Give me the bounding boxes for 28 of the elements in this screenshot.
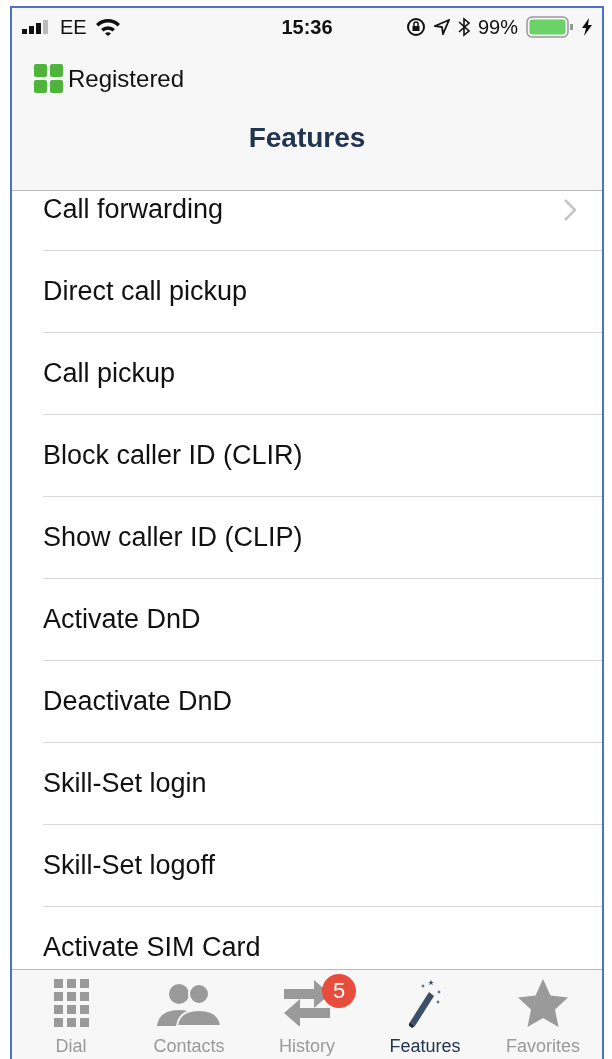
- feature-list-item[interactable]: Call pickup: [43, 333, 602, 415]
- bluetooth-icon: [457, 17, 470, 37]
- feature-list-item[interactable]: Show caller ID (CLIP): [43, 497, 602, 579]
- tab-bar-item[interactable]: Features: [366, 970, 484, 1059]
- battery-icon: [526, 16, 574, 38]
- feature-list-item[interactable]: Deactivate DnD: [43, 661, 602, 743]
- feature-list-item[interactable]: Block caller ID (CLIR): [43, 415, 602, 497]
- feature-list-item[interactable]: Skill-Set logoff: [43, 825, 602, 907]
- wifi-icon: [94, 18, 121, 36]
- feature-list-item[interactable]: Activate DnD: [43, 579, 602, 661]
- rotation-lock-icon: [405, 17, 426, 37]
- feature-list-item[interactable]: Direct call pickup: [43, 251, 602, 333]
- tab-bar-item[interactable]: 5 History: [248, 970, 366, 1059]
- screen-title: Features: [247, 121, 367, 155]
- star-icon: [518, 979, 568, 1027]
- registration-status: Registered: [68, 65, 185, 93]
- location-icon: [433, 19, 450, 35]
- notification-badge: 5: [322, 974, 356, 1008]
- clock-time: 15:36: [281, 15, 333, 39]
- swap-arrows-icon: [284, 980, 330, 1026]
- carrier-name: EE: [60, 15, 87, 39]
- battery-percentage: 99%: [477, 15, 518, 39]
- charging-icon: [582, 18, 592, 36]
- registered-status-icon: [34, 64, 64, 94]
- feature-list-item[interactable]: Call forwarding: [43, 191, 602, 251]
- feature-list-item[interactable]: Skill-Set login: [43, 743, 602, 825]
- magic-wand-icon: [409, 978, 441, 1028]
- keypad-icon: [53, 979, 89, 1027]
